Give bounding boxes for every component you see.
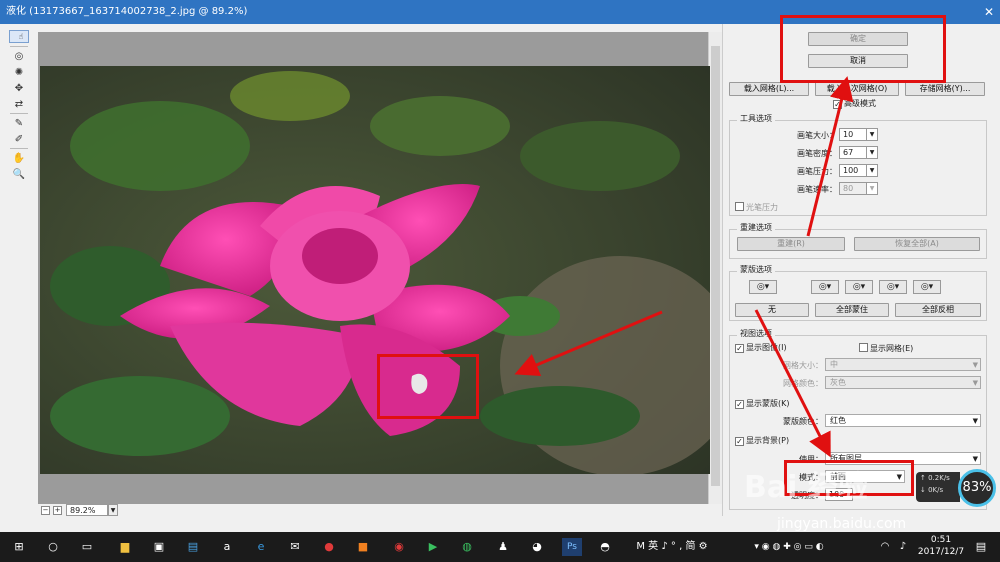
app-sphere-icon[interactable]: ◓ [596,538,614,556]
chrome-icon[interactable]: ◕ [528,538,546,556]
windows-start-icon[interactable]: ⊞ [10,538,28,556]
upload-speed: ↑ 0.2K/s [920,474,950,482]
notifications-icon[interactable]: ▤ [972,538,990,556]
computer-icon[interactable]: ▤ [184,538,202,556]
photoshop-icon[interactable]: Ps [562,538,582,556]
edge-icon[interactable]: e [252,538,270,556]
store-icon[interactable]: ▣ [150,538,168,556]
play-icon[interactable]: ▶ [424,538,442,556]
cortana-icon[interactable]: ○ [44,538,62,556]
volume-icon[interactable]: ♪ [894,538,912,556]
wifi-icon[interactable]: ◠ [876,538,894,556]
date: 2017/12/7 [917,547,965,557]
file-explorer-icon[interactable]: ▆ [116,538,134,556]
weibo-icon[interactable]: ● [320,538,338,556]
amazon-icon[interactable]: a [218,538,236,556]
watermark-url: jingyan.baidu.com [777,516,907,532]
tray-icons[interactable]: ▾ ◉ ◍ ✚ ◎ ▭ ◐ [734,538,844,556]
app-red-icon[interactable]: ◉ [390,538,408,556]
baidu-watermark: Bai 经验 [744,470,868,505]
network-speed-widget: ↑ 0.2K/s ↓ 0K/s [916,472,960,502]
ime-indicator[interactable]: M 英 ♪ ° , 简 ⚙ [628,538,716,556]
wechat-icon[interactable]: ◍ [458,538,476,556]
time: 0:51 [930,535,952,545]
download-speed: ↓ 0K/s [920,486,944,494]
memory-usage-badge[interactable]: 83% [958,469,996,507]
taskbar: ⊞ ○ ▭ ▆ ▣ ▤ a e ✉ ● ■ ◉ ▶ ◍ ♟ ◕ Ps ◓ M 英… [0,532,1000,562]
clock[interactable]: 0:51 2017/12/7 [916,534,966,557]
qq-icon[interactable]: ♟ [494,538,512,556]
mail-icon[interactable]: ✉ [286,538,304,556]
app-orange-icon[interactable]: ■ [354,538,372,556]
task-view-icon[interactable]: ▭ [78,538,96,556]
